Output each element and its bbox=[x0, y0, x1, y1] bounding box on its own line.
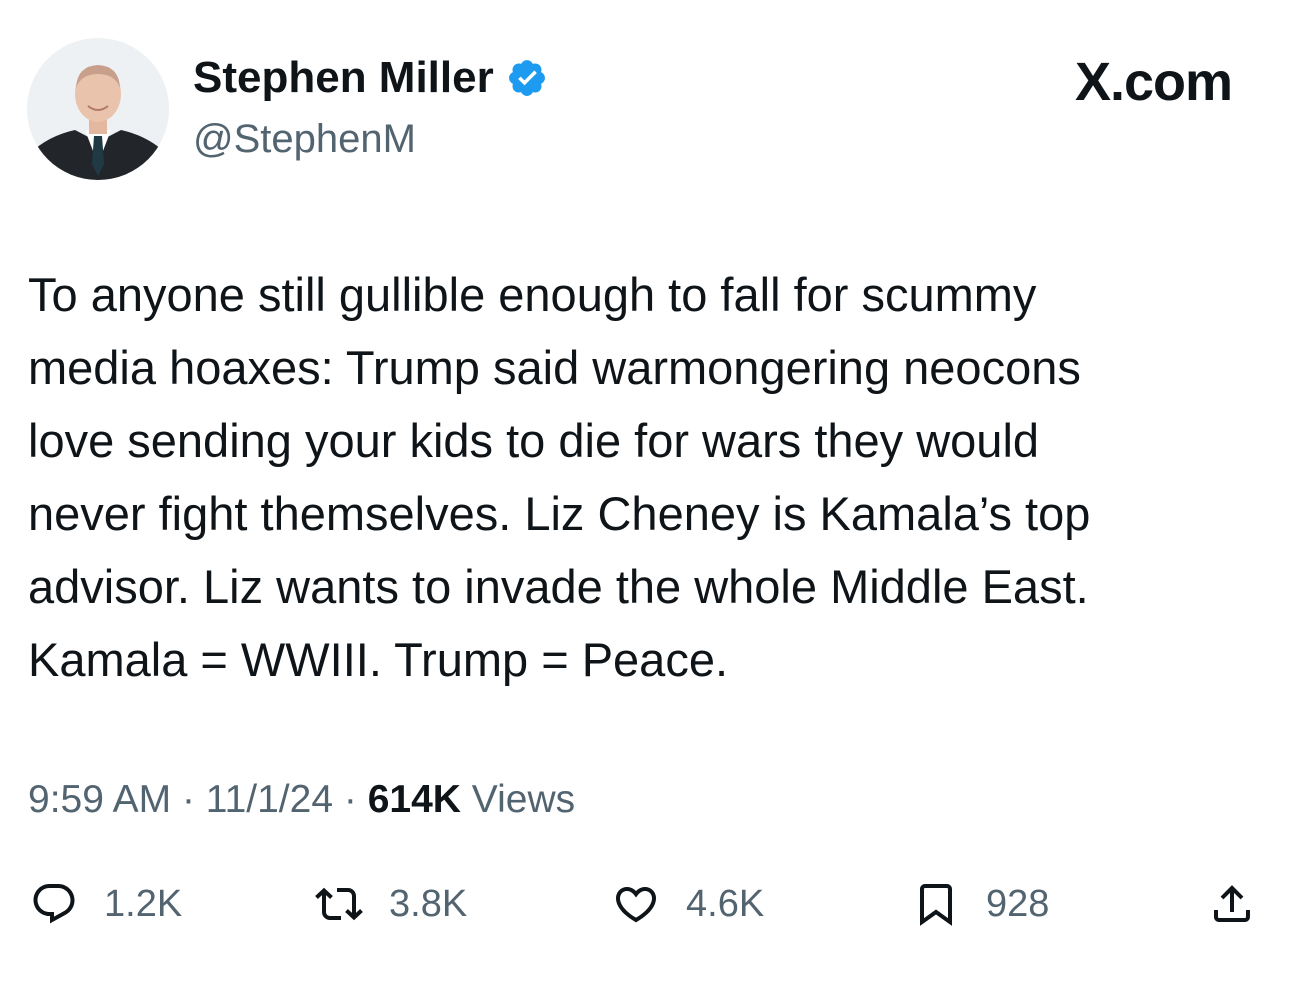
share-icon bbox=[1214, 885, 1250, 922]
heart-icon bbox=[615, 887, 657, 923]
bookmark-button[interactable]: 928 bbox=[912, 872, 1049, 936]
reply-count: 1.2K bbox=[104, 883, 183, 925]
tweet-date[interactable]: 11/1/24 bbox=[206, 778, 333, 821]
avatar[interactable] bbox=[27, 38, 169, 180]
reply-icon bbox=[33, 884, 75, 924]
bookmark-icon bbox=[920, 884, 952, 926]
share-button[interactable] bbox=[1208, 872, 1256, 936]
bookmark-count: 928 bbox=[986, 883, 1050, 925]
views-count[interactable]: 614K bbox=[368, 778, 461, 821]
repost-icon bbox=[315, 887, 363, 921]
author-name[interactable]: Stephen Miller bbox=[193, 52, 494, 104]
repost-button[interactable]: 3.8K bbox=[315, 872, 467, 936]
tweet-line: Kamala = WWIII. Trump = Peace. bbox=[28, 633, 729, 686]
tweet-line: never fight themselves. Liz Cheney is Ka… bbox=[28, 487, 1091, 540]
tweet-line: advisor. Liz wants to invade the whole M… bbox=[28, 560, 1089, 613]
tweet-line: love sending your kids to die for wars t… bbox=[28, 414, 1040, 467]
reply-button[interactable]: 1.2K bbox=[30, 872, 182, 936]
repost-count: 3.8K bbox=[389, 883, 468, 925]
verified-badge-icon bbox=[508, 60, 545, 96]
like-count: 4.6K bbox=[686, 883, 765, 925]
tweet-line: media hoaxes: Trump said warmongering ne… bbox=[28, 341, 1081, 394]
tweet-text: To anyone still gullible enough to fall … bbox=[28, 258, 1268, 696]
tweet-line: To anyone still gullible enough to fall … bbox=[28, 268, 1037, 321]
author-handle[interactable]: @StephenM bbox=[193, 114, 416, 164]
tweet-meta: 9:59 AM · 11/1/24 · 614K Views bbox=[28, 775, 575, 825]
tweet-time[interactable]: 9:59 AM bbox=[28, 778, 171, 821]
author-name-row: Stephen Miller bbox=[193, 52, 548, 104]
meta-separator: · bbox=[343, 778, 357, 821]
meta-separator: · bbox=[181, 778, 195, 821]
like-button[interactable]: 4.6K bbox=[612, 872, 764, 936]
views-label: Views bbox=[471, 778, 576, 821]
avatar-photo bbox=[27, 38, 169, 180]
x-logo: X.com bbox=[1074, 52, 1233, 112]
action-bar: 1.2K 3.8K 4.6K 928 bbox=[0, 872, 1290, 936]
